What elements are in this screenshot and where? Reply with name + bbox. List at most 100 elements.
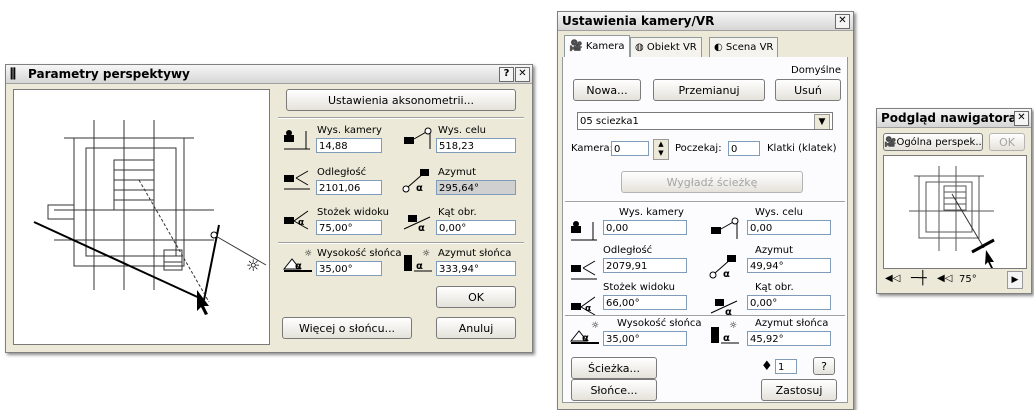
distance-icon bbox=[284, 170, 310, 190]
cone-angle-icon[interactable]: ◀◁ bbox=[937, 273, 952, 284]
general-perspective-button[interactable]: 🎥Ogólna perspek... bbox=[883, 133, 983, 151]
play-button-icon[interactable]: ▶ bbox=[1007, 271, 1023, 289]
sun-azimuth-field[interactable]: 333,94° bbox=[436, 261, 516, 276]
ok-button[interactable]: OK bbox=[436, 286, 516, 308]
apply-button[interactable]: Zastosuj bbox=[761, 379, 837, 401]
azimuth-field[interactable]: 295,64° bbox=[436, 180, 516, 195]
path-button[interactable]: Ścieżka... bbox=[571, 357, 657, 379]
distance-icon bbox=[571, 260, 597, 280]
camera-icon: 🎥 bbox=[569, 39, 583, 52]
camera-spinner[interactable]: ▲ ▼ bbox=[653, 139, 669, 160]
svg-text:α: α bbox=[298, 218, 304, 228]
roll-icon[interactable]: ─┼ bbox=[911, 271, 927, 286]
start-field[interactable]: 0 bbox=[728, 141, 760, 156]
delete-button[interactable]: Usuń bbox=[775, 79, 841, 101]
camera-height-field[interactable]: 0,00 bbox=[603, 220, 687, 235]
sun-altitude-label: Wysokość słońca bbox=[317, 248, 402, 259]
tab-strip: 🎥 Kamera ◍ Obiekt VR ◐ Scena VR bbox=[562, 35, 848, 58]
title-bar[interactable]: ⫼ Parametry perspektywy ? ✕ bbox=[6, 65, 532, 84]
view-cone-icon: α bbox=[571, 296, 596, 316]
target-height-label: Wys. celu bbox=[755, 207, 803, 218]
frames-label: Klatki (klatek) bbox=[767, 143, 837, 154]
azimuth-label: Azymut bbox=[755, 245, 794, 256]
tab-vr-scene[interactable]: ◐ Scena VR bbox=[709, 37, 779, 57]
svg-text:α: α bbox=[416, 183, 423, 193]
default-label: Domyślne bbox=[791, 65, 841, 76]
roll-angle-field[interactable]: 0,00° bbox=[747, 295, 831, 310]
azimuth-icon: α bbox=[402, 169, 429, 193]
start-label: Poczekaj: bbox=[675, 143, 722, 154]
roll-angle-icon: α bbox=[710, 299, 738, 317]
target-height-icon bbox=[404, 127, 432, 149]
camera-height-icon bbox=[571, 221, 597, 241]
azimuth-label: Azymut bbox=[438, 167, 477, 178]
cancel-button[interactable]: Anuluj bbox=[436, 317, 516, 339]
roll-angle-icon: α bbox=[403, 215, 431, 233]
globe-icon: ◍ bbox=[635, 42, 644, 53]
camera-vr-settings-window: Ustawienia kamery/VR ✕ 🎥 Kamera ◍ Obiekt… bbox=[557, 11, 854, 410]
target-height-field[interactable]: 518,23 bbox=[436, 138, 516, 153]
roll-angle-field[interactable]: 0,00° bbox=[436, 220, 516, 235]
target-height-icon bbox=[711, 217, 739, 239]
title-bar[interactable]: Ustawienia kamery/VR ✕ bbox=[558, 12, 853, 31]
sun-azimuth-icon: α ☼ bbox=[404, 249, 432, 272]
svg-text:α: α bbox=[585, 304, 591, 314]
camera-icon: 🎥 bbox=[884, 137, 897, 148]
view-cone-icon[interactable]: ◀◁ bbox=[885, 273, 900, 284]
navigator-preview-window: Podgląd nawigatora ✕ 🎥Ogólna perspek... … bbox=[876, 108, 1032, 294]
more-about-sun-button[interactable]: Więcej o słońcu... bbox=[282, 317, 412, 339]
ok-button[interactable]: OK bbox=[989, 133, 1025, 151]
camera-height-label: Wys. kamery bbox=[317, 125, 382, 136]
rename-button[interactable]: Przemianuj bbox=[653, 79, 765, 101]
help-button[interactable]: ? bbox=[813, 357, 835, 375]
camera-height-field[interactable]: 14,88 bbox=[316, 138, 382, 153]
sun-button[interactable]: Słońce... bbox=[571, 379, 657, 401]
svg-text:☼: ☼ bbox=[591, 321, 599, 331]
new-button[interactable]: Nowa... bbox=[573, 79, 641, 101]
divider bbox=[278, 117, 524, 119]
distance-label: Odległość bbox=[603, 245, 653, 256]
sun-azimuth-icon: α ☼ bbox=[711, 321, 739, 344]
pin-icon: ♦ bbox=[761, 359, 773, 374]
sun-azimuth-field[interactable]: 45,92° bbox=[747, 331, 831, 346]
sun-altitude-field[interactable]: 35,00° bbox=[603, 331, 687, 346]
divider bbox=[565, 201, 845, 203]
svg-text:α: α bbox=[723, 333, 730, 344]
azimuth-field[interactable]: 49,94° bbox=[747, 258, 831, 273]
dropdown-arrow-icon[interactable]: ▼ bbox=[814, 114, 830, 129]
tab-label: Scena VR bbox=[725, 42, 774, 53]
tab-label: Kamera bbox=[585, 41, 625, 52]
counter-field[interactable]: 1 bbox=[775, 359, 797, 374]
view-cone-label: Stożek widoku bbox=[317, 207, 390, 218]
close-button[interactable]: ✕ bbox=[1014, 111, 1029, 126]
path-select[interactable]: 05 sciezka1 ▼ bbox=[577, 112, 833, 130]
title-bar[interactable]: Podgląd nawigatora ✕ bbox=[877, 109, 1031, 128]
perspective-params-window: ⫼ Parametry perspektywy ? ✕ ☼ Ustawienia… bbox=[5, 64, 533, 353]
sun-altitude-label: Wysokość słońca bbox=[617, 318, 702, 329]
distance-field[interactable]: 2101,06 bbox=[316, 180, 382, 195]
azimuth-icon: α bbox=[709, 255, 736, 279]
tab-label: Obiekt VR bbox=[646, 42, 697, 53]
svg-text:☼: ☼ bbox=[729, 321, 737, 331]
navigator-preview[interactable] bbox=[883, 155, 1027, 269]
smooth-path-button[interactable]: Wygładź ścieżkę bbox=[621, 171, 803, 193]
close-button[interactable]: ✕ bbox=[835, 14, 850, 29]
plan-drawing bbox=[909, 166, 995, 268]
app-icon: ⫼ bbox=[10, 67, 16, 82]
target-height-label: Wys. celu bbox=[438, 125, 486, 136]
scene-icon: ◐ bbox=[714, 42, 723, 53]
close-button[interactable]: ✕ bbox=[515, 67, 530, 82]
sun-altitude-icon: α ☼ bbox=[569, 321, 599, 344]
view-cone-field[interactable]: 66,00° bbox=[603, 295, 687, 310]
distance-field[interactable]: 2079,91 bbox=[603, 258, 687, 273]
camera-height-icon bbox=[284, 130, 310, 150]
axonometry-settings-button[interactable]: Ustawienia aksonometrii... bbox=[286, 89, 516, 111]
camera-field[interactable]: 0 bbox=[611, 141, 649, 156]
perspective-preview[interactable]: ☼ bbox=[13, 89, 270, 345]
sun-altitude-field[interactable]: 35,00° bbox=[316, 261, 382, 276]
help-button[interactable]: ? bbox=[499, 67, 514, 82]
tab-vr-object[interactable]: ◍ Obiekt VR bbox=[630, 37, 702, 57]
target-height-field[interactable]: 0,00 bbox=[747, 220, 831, 235]
view-cone-field[interactable]: 75,00° bbox=[316, 220, 382, 235]
tab-camera[interactable]: 🎥 Kamera bbox=[564, 35, 630, 57]
